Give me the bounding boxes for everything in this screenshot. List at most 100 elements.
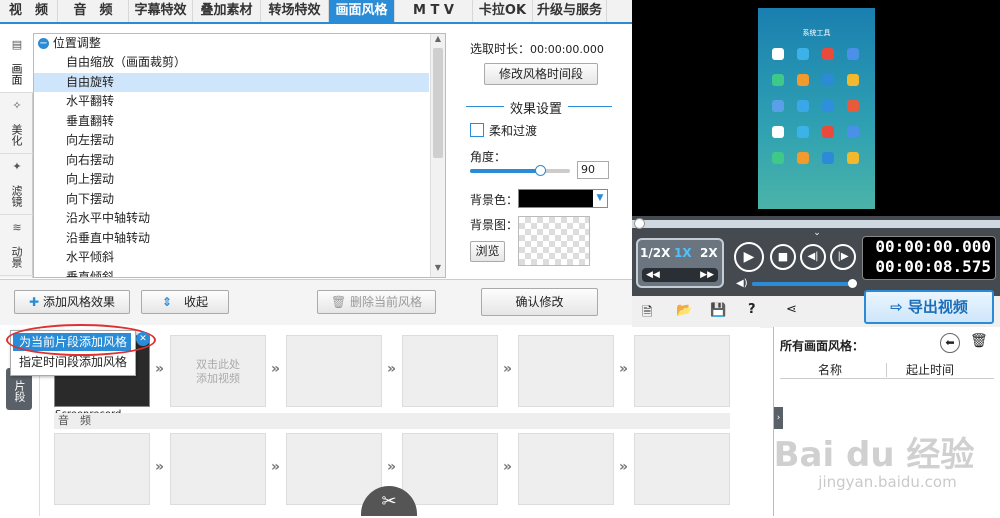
progress-bar[interactable] [632,218,1000,229]
audio-slot[interactable] [54,433,150,505]
transition-arrow-icon[interactable]: » [155,459,164,475]
volume-slider[interactable] [752,279,857,288]
watermark-brand: Bai du 经验 [773,435,975,475]
next-frame-button[interactable]: |▶ [830,244,856,270]
audio-slot[interactable] [518,433,614,505]
help-icon[interactable]: ? [748,302,756,317]
open-folder-icon[interactable]: 📂 [676,303,692,318]
save-icon[interactable]: 💾 [710,303,726,318]
scroll-thumb[interactable] [433,48,443,158]
audio-slot[interactable] [170,433,266,505]
collapse-button[interactable]: ⇕ 收起 [141,290,229,314]
transition-arrow-icon[interactable]: » [503,459,512,475]
tab-1[interactable]: 音 频 [58,0,129,22]
style-list-item[interactable]: 水平翻转 [34,92,429,111]
style-list-item[interactable]: 向右摆动 [34,151,429,170]
style-list: − 位置调整 自由缩放（画面裁剪） 自由旋转 水平翻转 垂直翻转 向左摆动 向右摆动 向上摆… [33,33,446,278]
scroll-down-icon[interactable]: ▼ [431,263,445,275]
delete-style-button[interactable]: 🗑 删除当前风格 [317,290,436,314]
video-slot[interactable] [518,335,614,407]
export-video-button[interactable]: ⇨ 导出视频 [864,290,994,324]
scroll-up-icon[interactable]: ▲ [431,34,445,46]
style-list-item[interactable]: 自由缩放（画面裁剪） [34,53,429,72]
tab-4[interactable]: 转场特效 [261,0,329,22]
panel-collapse-handle[interactable]: › [774,407,783,429]
angle-slider-thumb[interactable] [535,165,546,176]
jog-slider[interactable]: ◀◀ ▶▶ [642,268,718,282]
audio-slot[interactable] [634,433,730,505]
side-tab-motion[interactable]: ≋ 动景 [0,216,33,276]
add-video-slot[interactable]: 双击此处 添加视频 [170,335,266,407]
app-icon [822,126,834,138]
audio-slot[interactable] [402,433,498,505]
volume-thumb[interactable] [848,279,857,288]
back-icon[interactable]: ⬅ [940,333,960,353]
export-icon: ⇨ [890,298,903,316]
side-tab-bar: ▤ 画面 ✧ 美化 ✦ 滤镜 ≋ 动景 [0,33,33,278]
browse-button[interactable]: 浏览 [470,241,505,262]
video-slot[interactable] [634,335,730,407]
transition-arrow-icon[interactable]: » [271,459,280,475]
style-list-item[interactable]: 沿垂直中轴转动 [34,229,429,248]
bg-image-preview[interactable] [518,216,590,266]
tab-8[interactable]: 升级与服务 [533,0,607,22]
style-list-item[interactable]: 向左摆动 [34,131,429,150]
transition-arrow-icon[interactable]: » [503,361,512,377]
speed-2x[interactable]: 2X [700,246,718,260]
transition-arrow-icon[interactable]: » [155,361,164,377]
tab-3[interactable]: 叠加素材 [193,0,261,22]
forward-icon[interactable]: ▶▶ [700,268,714,282]
side-tab-beautify[interactable]: ✧ 美化 [0,94,33,154]
new-file-icon[interactable]: 🗎 [642,303,652,325]
style-list-item[interactable]: 自由旋转 [34,72,429,92]
speed-1x[interactable]: 1X [674,246,692,260]
bg-color-picker[interactable]: ▼ [518,189,608,208]
side-tab-filter[interactable]: ✦ 滤镜 [0,155,33,215]
transition-arrow-icon[interactable]: » [619,361,628,377]
stop-button[interactable]: ■ [770,244,796,270]
tab-2[interactable]: 字幕特效 [129,0,193,22]
style-list-item[interactable]: 向下摆动 [34,190,429,209]
prev-frame-button[interactable]: ◀| [800,244,826,270]
tab-5[interactable]: 画面风格 [329,0,395,22]
video-slot[interactable] [402,335,498,407]
close-icon[interactable]: ✕ [136,332,150,346]
play-button[interactable]: ▶ [734,242,764,272]
modify-time-button[interactable]: 修改风格时间段 [484,63,598,85]
transition-arrow-icon[interactable]: » [387,361,396,377]
rewind-icon[interactable]: ◀◀ [646,270,660,280]
style-list-item[interactable]: 垂直翻转 [34,112,429,131]
time-display: 00:00:00.000 00:00:08.575 [862,236,996,280]
side-tab-picture[interactable]: ▤ 画面 [0,33,33,93]
speed-half[interactable]: 1/2X [640,246,670,260]
angle-input[interactable]: 90 [577,161,609,179]
style-list-item[interactable]: 向上摆动 [34,170,429,189]
style-list-item[interactable]: 沿水平中轴转动 [34,209,429,228]
dropdown-arrow-icon[interactable]: ▼ [593,190,607,207]
angle-slider[interactable] [470,165,570,176]
transition-arrow-icon[interactable]: » [271,361,280,377]
style-list-item[interactable]: 垂直倾斜 [34,268,429,278]
styles-panel-title: 所有画面风格： [780,339,865,353]
expand-chevron-icon[interactable]: ⌄ [808,228,826,238]
collapse-icon[interactable]: − [38,38,49,49]
list-scrollbar[interactable]: ▲ ▼ [430,34,445,277]
preview-frame: 系统工具 [758,8,875,209]
transition-arrow-icon[interactable]: » [387,459,396,475]
tab-7[interactable]: 卡拉OK [473,0,533,22]
volume-icon[interactable]: ◀) [736,278,748,289]
tab-0[interactable]: 视 频 [0,0,58,22]
progress-thumb[interactable] [634,218,645,229]
share-icon[interactable]: ⋖ [786,302,797,317]
style-list-item[interactable]: 水平倾斜 [34,248,429,267]
soft-transition-checkbox[interactable] [470,123,484,137]
tab-6[interactable]: M T V [395,0,473,22]
confirm-button[interactable]: 确认修改 [481,288,598,316]
list-group-header[interactable]: − 位置调整 [34,34,429,53]
app-icon [797,126,809,138]
trash-icon[interactable]: 🗑 [970,333,988,349]
transition-arrow-icon[interactable]: » [619,459,628,475]
video-slot[interactable] [286,335,382,407]
add-style-button[interactable]: ✚ 添加风格效果 [14,290,130,314]
speed-control[interactable]: 1/2X 1X 2X ◀◀ ▶▶ [636,238,724,288]
